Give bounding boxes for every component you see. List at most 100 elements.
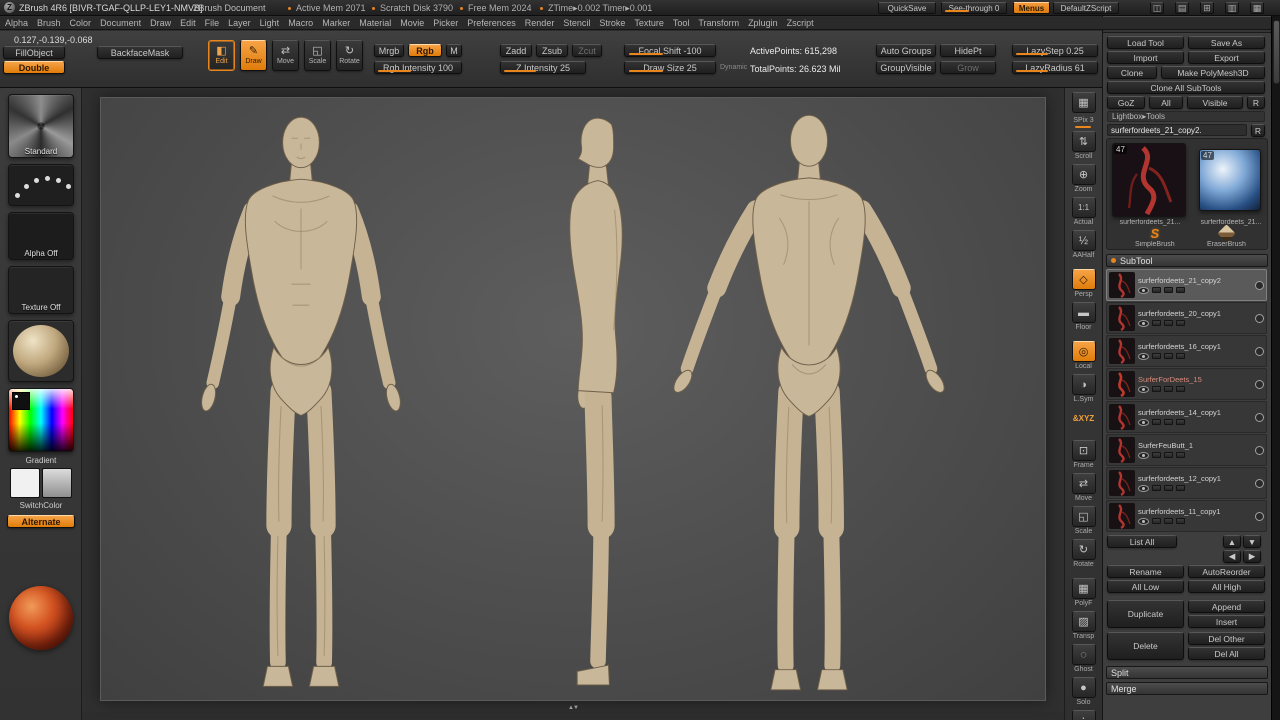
quicksave-button[interactable]: QuickSave (878, 2, 936, 14)
subtool-radio[interactable] (1255, 379, 1264, 389)
fill-object-button[interactable]: FillObject (3, 46, 65, 59)
sculpt-toggle[interactable] (1164, 287, 1173, 293)
autoreorder-button[interactable]: AutoReorder (1188, 565, 1265, 578)
make-polymesh3d-button[interactable]: Make PolyMesh3D (1161, 66, 1265, 79)
goz-r-button[interactable]: R (1247, 96, 1265, 109)
scale-gyro-button[interactable]: ◱ Scale (1071, 506, 1096, 536)
draw-button[interactable]: ✎ Draw (240, 40, 267, 71)
zoom-button[interactable]: ⊕ Zoom (1071, 164, 1096, 194)
menu-layer[interactable]: Layer (228, 18, 251, 28)
rgb-intensity-slider[interactable]: Rgb Intensity 100 (374, 61, 462, 74)
import-button[interactable]: Import (1107, 51, 1184, 64)
layer-toggle[interactable] (1176, 518, 1185, 524)
scroll-button[interactable]: ⇅ Scroll (1071, 131, 1096, 161)
tool-rename-r-button[interactable]: R (1251, 124, 1265, 137)
current-tool-name[interactable]: surferfordeets_21_copy2. (1107, 124, 1247, 136)
export-button[interactable]: Export (1188, 51, 1265, 64)
menu-preferences[interactable]: Preferences (467, 18, 516, 28)
color-picker[interactable] (8, 388, 74, 452)
actual-button[interactable]: 1:1 Actual (1071, 197, 1096, 227)
visibility-eye-icon[interactable] (1138, 517, 1149, 525)
menu-tool[interactable]: Tool (673, 18, 690, 28)
del-all-button[interactable]: Del All (1188, 647, 1265, 660)
layer-toggle[interactable] (1176, 419, 1185, 425)
subtool-radio[interactable] (1255, 313, 1264, 323)
menu-edit[interactable]: Edit (180, 18, 196, 28)
list-all-button[interactable]: List All (1107, 535, 1177, 548)
del-other-button[interactable]: Del Other (1188, 632, 1265, 645)
z-intensity-slider[interactable]: Z Intensity 25 (500, 61, 586, 74)
double-button[interactable]: Double (3, 61, 65, 74)
visibility-eye-icon[interactable] (1138, 352, 1149, 360)
tray-scrollbar-thumb[interactable] (1273, 20, 1280, 84)
recent-tool-thumbnail[interactable]: 47 (1199, 149, 1261, 211)
menu-zplugin[interactable]: Zplugin (748, 18, 778, 28)
ghost-button[interactable]: ◌ Ghost (1071, 644, 1096, 674)
layout-icon[interactable]: ▤ (1175, 2, 1189, 14)
menu-document[interactable]: Document (100, 18, 141, 28)
window-icon[interactable]: ◫ (1150, 2, 1164, 14)
transp-button[interactable]: ▨ Transp (1071, 611, 1096, 641)
menus-button[interactable]: Menus (1013, 2, 1050, 14)
solo-button[interactable]: ● Solo (1071, 677, 1096, 707)
menu-movie[interactable]: Movie (400, 18, 424, 28)
polyframe-button[interactable]: ▦ PolyF (1071, 578, 1096, 608)
subtool-back-button[interactable]: ◀ (1223, 550, 1241, 563)
local-button[interactable]: ◎ Local (1071, 341, 1096, 371)
focal-shift-slider[interactable]: Focal Shift -100 (624, 44, 716, 57)
material-selector[interactable] (8, 320, 74, 382)
texture-selector[interactable]: Texture Off (8, 266, 74, 314)
menu-stroke[interactable]: Stroke (599, 18, 625, 28)
layer-toggle[interactable] (1176, 386, 1185, 392)
goz-all-button[interactable]: All (1149, 96, 1183, 109)
subtool-radio[interactable] (1255, 445, 1264, 455)
lazy-radius-slider[interactable]: LazyRadius 61 (1012, 61, 1098, 74)
draw-size-slider[interactable]: Draw Size 25 (624, 61, 716, 74)
polypaint-toggle[interactable] (1152, 419, 1161, 425)
group-visible-button[interactable]: GroupVisible (876, 61, 936, 74)
subtool-fwd-button[interactable]: ▶ (1243, 550, 1261, 563)
menu-material[interactable]: Material (359, 18, 391, 28)
polypaint-toggle[interactable] (1152, 485, 1161, 491)
subtool-row[interactable]: surferfordeets_14_copy1 (1106, 401, 1267, 433)
polypaint-toggle[interactable] (1152, 452, 1161, 458)
polypaint-toggle[interactable] (1152, 320, 1161, 326)
subtool-section-header[interactable]: SubTool (1106, 254, 1268, 267)
grid-icon[interactable]: ⊞ (1200, 2, 1214, 14)
auto-groups-button[interactable]: Auto Groups (876, 44, 936, 57)
lsym-button[interactable]: ◑ L.Sym (1071, 374, 1096, 404)
brush-selector[interactable]: Standard (8, 94, 74, 158)
hidept-button[interactable]: HidePt (940, 44, 996, 57)
insert-button[interactable]: Insert (1188, 615, 1265, 628)
subtool-row[interactable]: surferfordeets_21_copy2 (1106, 269, 1267, 301)
sculpt-toggle[interactable] (1164, 485, 1173, 491)
sculpt-toggle[interactable] (1164, 320, 1173, 326)
eraser-brush-tool[interactable]: EraserBrush (1207, 224, 1246, 248)
spix-slider[interactable]: SPix 3 (1073, 116, 1094, 128)
subtool-row[interactable]: surferfordeets_11_copy1 (1106, 500, 1267, 532)
rows-icon[interactable]: ▥ (1225, 2, 1239, 14)
xyz-button[interactable]: &XYZ (1073, 414, 1094, 423)
lazy-step-slider[interactable]: LazyStep 0.25 (1012, 44, 1098, 57)
xpose-button[interactable]: ∴ Xpose (1071, 710, 1096, 720)
zsub-button[interactable]: Zsub (536, 44, 568, 57)
sculpt-toggle[interactable] (1164, 419, 1173, 425)
layer-toggle[interactable] (1176, 353, 1185, 359)
frame-button[interactable]: ⊡ Frame (1071, 440, 1096, 470)
subtool-radio[interactable] (1255, 280, 1264, 290)
menu-macro[interactable]: Macro (288, 18, 313, 28)
subtool-down-button[interactable]: ▼ (1243, 535, 1261, 548)
canvas-resize-handle[interactable]: ▲▼ (568, 705, 579, 711)
polypaint-toggle[interactable] (1152, 353, 1161, 359)
floor-button[interactable]: ▬ Floor (1071, 302, 1096, 332)
menu-file[interactable]: File (205, 18, 220, 28)
backface-mask-button[interactable]: BackfaceMask (97, 46, 183, 59)
sculpt-toggle[interactable] (1164, 518, 1173, 524)
menu-transform[interactable]: Transform (698, 18, 739, 28)
alpha-selector[interactable]: Alpha Off (8, 212, 74, 260)
polypaint-toggle[interactable] (1152, 287, 1161, 293)
all-low-button[interactable]: All Low (1107, 580, 1184, 593)
clone-all-subtools-button[interactable]: Clone All SubTools (1107, 81, 1265, 94)
alternate-button[interactable]: Alternate (7, 515, 75, 528)
current-material-preview-sphere[interactable] (9, 586, 73, 650)
